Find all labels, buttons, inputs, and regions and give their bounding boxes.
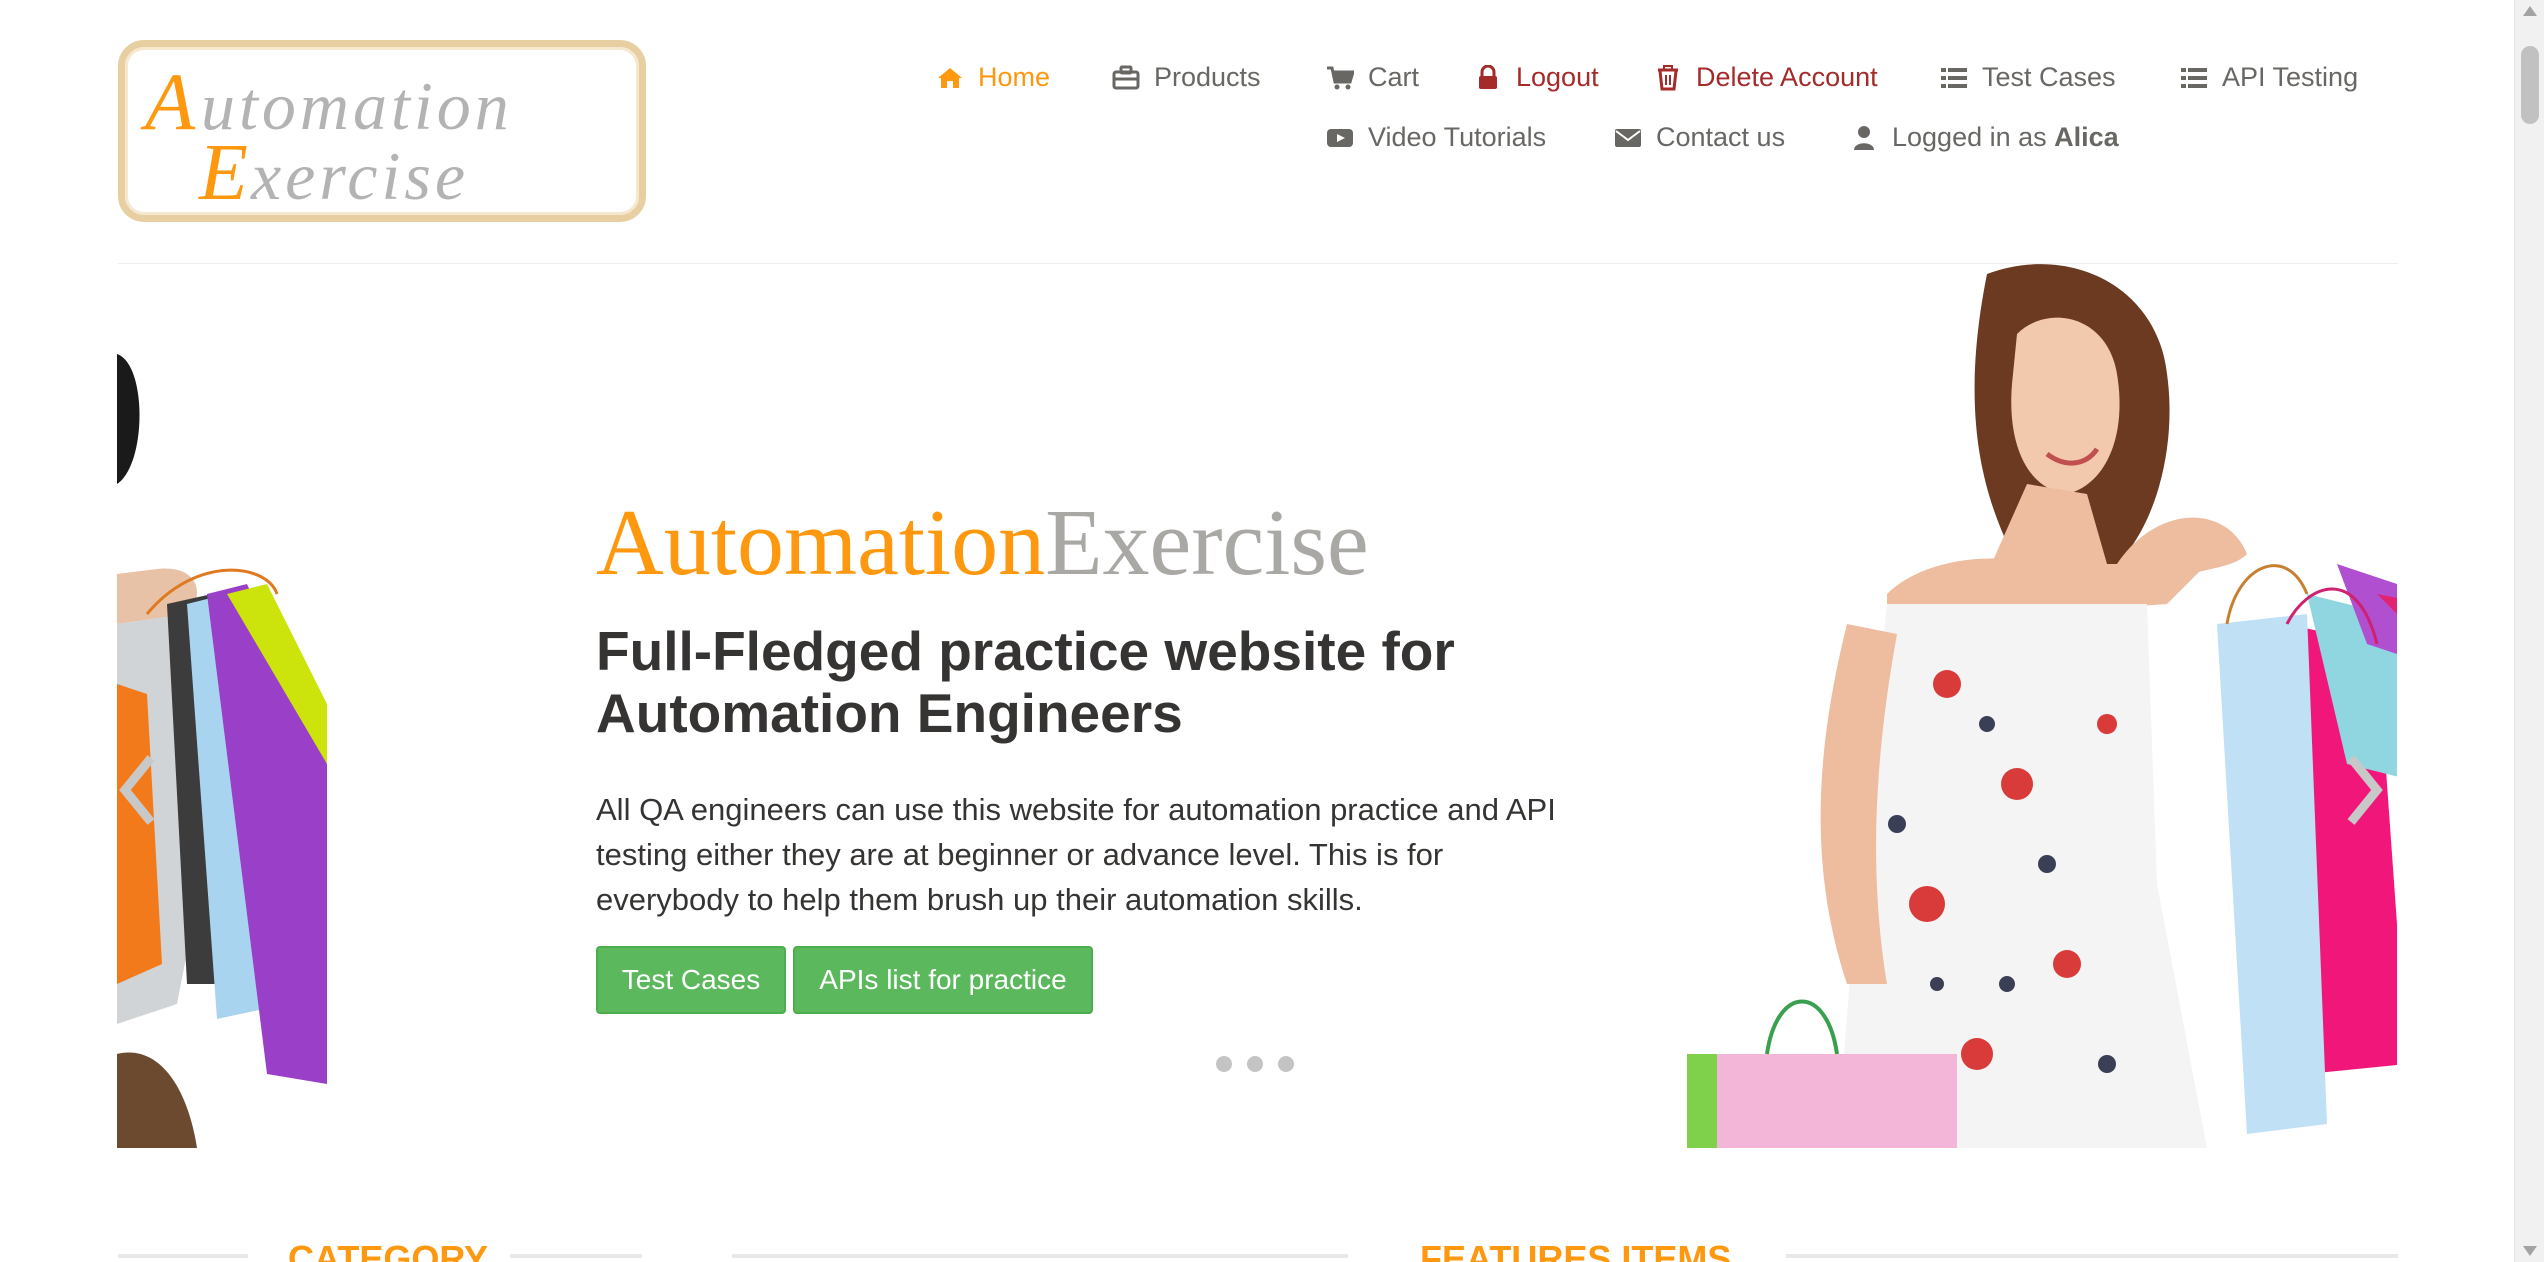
list-icon <box>2180 64 2208 92</box>
nav-delete-account-label: Delete Account <box>1696 62 1878 92</box>
previous-slide-image <box>117 354 327 1148</box>
hero-brand-part2: Exercise <box>1045 491 1369 595</box>
features-title-line-left <box>732 1254 1348 1258</box>
apis-list-button[interactable]: APIs list for practice <box>793 946 1093 1014</box>
hero-carousel: AutomationExercise Full-Fledged practice… <box>117 264 2397 1148</box>
nav-logout-label: Logout <box>1516 62 1599 92</box>
home-icon <box>936 64 964 92</box>
nav-logged-in[interactable]: Logged in as Alica <box>1850 122 2119 153</box>
logged-in-prefix: Logged in as <box>1892 122 2047 152</box>
nav-video-tutorials[interactable]: Video Tutorials <box>1326 122 1546 153</box>
nav-products-label: Products <box>1154 62 1261 92</box>
nav-api-testing[interactable]: API Testing <box>2180 62 2358 93</box>
nav-logout[interactable]: Logout <box>1474 62 1599 93</box>
test-cases-button[interactable]: Test Cases <box>596 946 786 1014</box>
nav-test-cases-label: Test Cases <box>1982 62 2116 92</box>
user-icon <box>1850 124 1878 152</box>
logged-in-username: Alica <box>2054 122 2119 152</box>
envelope-icon <box>1614 124 1642 152</box>
hero-headline: Full-Fledged practice website for Automa… <box>596 620 1455 744</box>
carousel-next[interactable] <box>2345 754 2385 831</box>
logged-in-text: Logged in as Alica <box>1892 122 2119 153</box>
chevron-left-icon <box>117 755 157 830</box>
nav-video-tutorials-label: Video Tutorials <box>1368 122 1547 152</box>
features-items-title: FEATURES ITEMS <box>1420 1238 1732 1262</box>
carousel-dot[interactable] <box>1278 1056 1294 1072</box>
nav-products[interactable]: Products <box>1112 62 1261 93</box>
page-scrollbar[interactable] <box>2514 0 2544 1262</box>
svg-text:xercise: xercise <box>250 138 469 214</box>
list-icon <box>1940 64 1968 92</box>
category-title: CATEGORY <box>288 1238 489 1262</box>
header: A utomation E xercise Home Products Cart <box>0 0 2514 264</box>
lock-icon <box>1474 64 1502 92</box>
nav-cart[interactable]: Cart <box>1326 62 1419 93</box>
nav-contact-us-label: Contact us <box>1656 122 1786 152</box>
nav-delete-account[interactable]: Delete Account <box>1654 62 1878 93</box>
carousel-dot[interactable] <box>1216 1056 1232 1072</box>
scrollbar-thumb[interactable] <box>2521 46 2539 124</box>
nav-home-label: Home <box>978 62 1051 92</box>
carousel-indicators <box>1216 1056 1294 1072</box>
category-title-line-right <box>510 1254 642 1258</box>
features-title-line-right <box>1786 1254 2398 1258</box>
nav-contact-us[interactable]: Contact us <box>1614 122 1785 153</box>
shopping-cart-icon <box>1326 64 1354 92</box>
nav-home[interactable]: Home <box>936 62 1050 93</box>
svg-text:E: E <box>198 129 248 215</box>
category-title-line-left <box>118 1254 248 1258</box>
scroll-up-arrow-icon[interactable] <box>2523 6 2537 16</box>
hero-model-image <box>1687 264 2397 1148</box>
carousel-dot[interactable] <box>1247 1056 1263 1072</box>
carousel-prev[interactable] <box>117 754 157 831</box>
youtube-play-icon <box>1326 124 1354 152</box>
logo-wordmark: A utomation E xercise <box>140 56 509 215</box>
site-logo[interactable]: A utomation E xercise <box>118 40 646 222</box>
nav-cart-label: Cart <box>1368 62 1420 92</box>
hero-brand-part1: Automation <box>596 491 1046 595</box>
nav-api-testing-label: API Testing <box>2222 62 2359 92</box>
hero-description: All QA engineers can use this website fo… <box>596 792 1556 917</box>
nav-test-cases[interactable]: Test Cases <box>1940 62 2116 93</box>
scroll-down-arrow-icon[interactable] <box>2523 1246 2537 1256</box>
trash-icon <box>1654 64 1682 92</box>
briefcase-icon <box>1112 64 1140 92</box>
chevron-right-icon <box>2345 755 2385 830</box>
svg-text:A: A <box>140 56 196 147</box>
hero-brand-title: AutomationExercise <box>596 496 1369 590</box>
